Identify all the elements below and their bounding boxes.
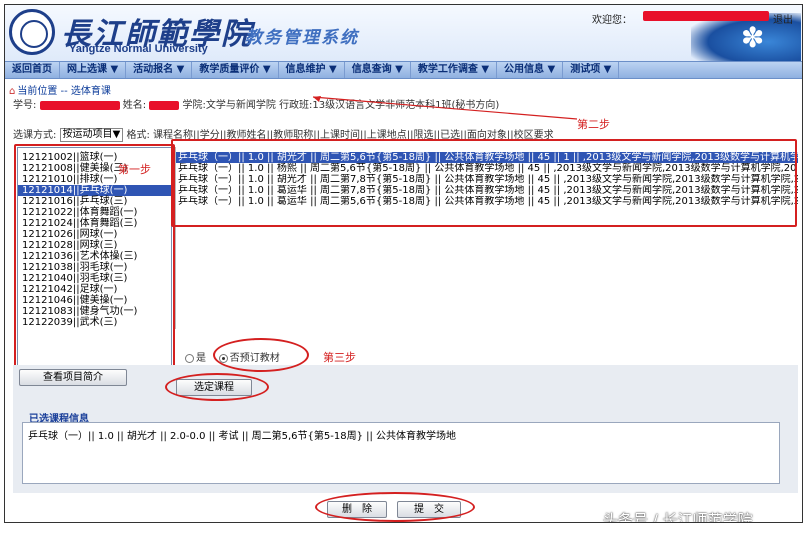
nav-item-info-query[interactable]: 信息查询 ▼: [345, 62, 411, 78]
selection-mode-value: 按运动项目: [62, 129, 113, 140]
breadcrumb: ⌂ 当前位置 -- 选体育课: [9, 82, 111, 97]
view-item-intro-button[interactable]: 查看项目简介: [19, 369, 127, 386]
selection-mode-dropdown[interactable]: 按运动项目▼: [59, 128, 124, 142]
step3-highlight: [213, 338, 309, 372]
nav-item-info-maintenance[interactable]: 信息维护 ▼: [279, 62, 345, 78]
step2-highlight: [171, 139, 797, 227]
student-college: 学院:文学与新闻学院: [182, 100, 276, 111]
radio-yes-label: 是: [196, 353, 206, 364]
welcome-text: 欢迎您：: [592, 15, 632, 26]
nav-item-public-info[interactable]: 公用信息 ▼: [497, 62, 564, 78]
app-window: 長江師範學院 Yangtze Normal University 教务管理系统 …: [4, 4, 803, 523]
format-label: 格式:: [126, 130, 150, 141]
select-course-highlight: [165, 373, 269, 401]
redacted-student-name: [149, 100, 180, 110]
action-buttons-highlight: [315, 492, 475, 522]
step2-arrow: [312, 96, 578, 120]
university-logo-english: Yangtze Normal University: [69, 43, 208, 55]
step3-annotation: 第三步: [323, 351, 356, 364]
nav-item-activity-signup[interactable]: 活动报名 ▼: [126, 62, 193, 78]
nav-item-teaching-survey[interactable]: 教学工作调查 ▼: [411, 62, 498, 78]
nav-item-teaching-evaluation[interactable]: 教学质量评价 ▼: [192, 62, 279, 78]
redacted-student-no: [39, 100, 120, 110]
system-title: 教务管理系统: [245, 28, 359, 48]
step1-annotation: 第一步: [118, 163, 151, 176]
chevron-down-icon: ▼: [112, 129, 121, 140]
watermark-text: 头条号 / 长江师范学院: [603, 511, 753, 523]
student-name-label: 姓名:: [122, 100, 147, 111]
logout-link[interactable]: 退出: [773, 11, 793, 26]
selection-mode-label: 选课方式:: [13, 130, 57, 141]
nav-item-online-course-selection[interactable]: 网上选课 ▼: [60, 62, 127, 78]
redacted-username: [643, 11, 769, 21]
nav-item-test[interactable]: 测试项 ▼: [563, 62, 620, 78]
chosen-course-item[interactable]: 乒乓球（一）|| 1.0 || 胡光才 || 2.0-0.0 || 考试 || …: [23, 423, 779, 446]
step1-highlight: [14, 144, 175, 368]
nav-item-home[interactable]: 返回首页: [5, 62, 60, 78]
radio-yes[interactable]: [185, 353, 194, 363]
chosen-courses-box: 乒乓球（一）|| 1.0 || 胡光才 || 2.0-0.0 || 考试 || …: [22, 422, 780, 484]
main-nav: 返回首页 网上选课 ▼ 活动报名 ▼ 教学质量评价 ▼ 信息维护 ▼ 信息查询 …: [5, 61, 802, 79]
header-banner: 長江師範學院 Yangtze Normal University 教务管理系统 …: [5, 5, 802, 61]
student-no-label: 学号:: [13, 100, 37, 111]
university-seal-icon: [9, 9, 55, 55]
